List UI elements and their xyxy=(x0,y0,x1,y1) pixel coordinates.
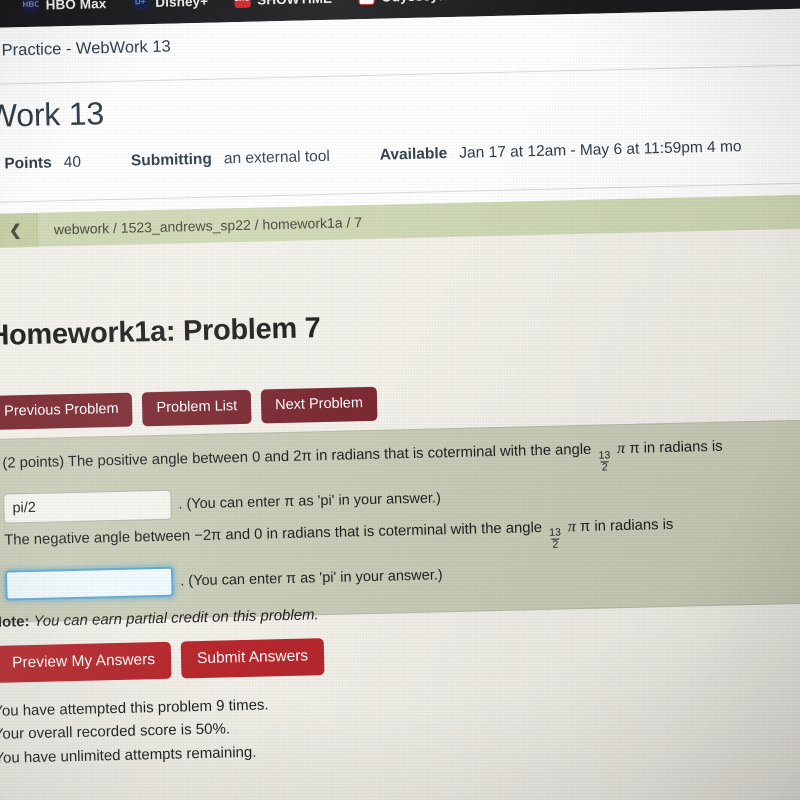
points-label: Points xyxy=(4,154,52,173)
submitting-label: Submitting xyxy=(130,150,213,170)
fraction-denominator: 2 xyxy=(600,461,609,474)
southmoore-high-icon: ♔ xyxy=(495,0,511,2)
bookmark-disney-plus[interactable]: D+ Disney+ xyxy=(132,0,209,11)
canvas-page: Practice - WebWork 13 bWork 13 Points 40… xyxy=(0,7,800,800)
showtime-icon: SHO xyxy=(233,0,251,9)
bookmark-label: Southmoore High... xyxy=(518,0,645,1)
pi-symbol: π xyxy=(616,439,626,458)
question-one-after: π in radians is xyxy=(629,438,723,457)
available-label: Available xyxy=(379,145,448,164)
fraction-numerator: 13 xyxy=(549,526,562,540)
page-title: bWork 13 xyxy=(0,95,105,135)
problem-list-button[interactable]: Problem List xyxy=(142,389,252,426)
fraction-13-over-2: 13 2 xyxy=(597,449,611,474)
disney-plus-icon: D+ xyxy=(132,0,149,11)
bookmark-label: Odysseyware xyxy=(381,0,470,4)
points-prefix: (2 points) xyxy=(2,454,65,472)
webwork-breadcrumb[interactable]: webwork / 1523_andrews_sp22 / homework1a… xyxy=(38,214,362,238)
bookmark-odysseyware[interactable]: ◉ Odysseyware xyxy=(357,0,470,6)
question-two-after: π in radians is xyxy=(579,516,674,535)
chevron-left-icon[interactable]: ❮ xyxy=(0,212,39,248)
previous-problem-button[interactable]: Previous Problem xyxy=(0,392,134,430)
bookmark-hbo-max[interactable]: HBO HBO Max xyxy=(22,0,107,14)
answer-one-input[interactable] xyxy=(3,489,172,524)
odysseyware-icon: ◉ xyxy=(357,0,375,6)
assignment-meta: Points 40 Submitting an external tool Av… xyxy=(4,138,742,173)
available-value: Jan 17 at 12am - May 6 at 11:59pm 4 mo xyxy=(459,138,742,162)
divider xyxy=(0,63,800,86)
answer-one-hint: . (You can enter π as 'pi' in your answe… xyxy=(178,490,441,513)
bookmark-southmoore-high[interactable]: ♔ Southmoore High... xyxy=(495,0,645,2)
note-label: Note: xyxy=(0,613,30,631)
question-two-before: The negative angle between −2π and 0 in … xyxy=(4,519,543,549)
points-value: 40 xyxy=(63,153,82,172)
submit-answers-button[interactable]: Submit Answers xyxy=(180,638,325,678)
hbo-max-icon: HBO xyxy=(22,0,39,14)
attempt-status: You have attempted this problem 9 times.… xyxy=(0,693,270,769)
breadcrumb[interactable]: Practice - WebWork 13 xyxy=(1,38,170,61)
answer-two-input[interactable] xyxy=(4,566,174,601)
fraction-13-over-2: 13 2 xyxy=(548,526,562,552)
pi-symbol: π xyxy=(567,517,577,536)
bookmark-label: Disney+ xyxy=(155,0,209,10)
problem-nav-buttons: Previous Problem Problem List Next Probl… xyxy=(0,386,378,430)
preview-my-answers-button[interactable]: Preview My Answers xyxy=(0,641,172,683)
fraction-denominator: 2 xyxy=(551,539,560,552)
photo-of-screen: HBO HBO Max D+ Disney+ SHO SHOWTIME ◉ Od… xyxy=(0,0,800,800)
webwork-external-tool-frame: ❮ webwork / 1523_andrews_sp22 / homework… xyxy=(0,193,800,800)
bookmark-label: SHOWTIME xyxy=(257,0,332,7)
answer-two-hint: . (You can enter π as 'pi' in your answe… xyxy=(180,566,443,589)
problem-panel: (2 points) The positive angle between 0 … xyxy=(0,418,800,623)
bookmark-showtime[interactable]: SHO SHOWTIME xyxy=(233,0,332,9)
submitting-value: an external tool xyxy=(223,147,331,168)
problem-heading: Homework1a: Problem 7 xyxy=(0,312,321,352)
fraction-numerator: 13 xyxy=(598,449,611,462)
question-one-before: The positive angle between 0 and 2π in r… xyxy=(67,441,592,471)
next-problem-button[interactable]: Next Problem xyxy=(260,386,378,424)
webwork-navbar: ❮ webwork / 1523_andrews_sp22 / homework… xyxy=(0,193,800,248)
bookmark-label: HBO Max xyxy=(45,0,107,12)
submit-buttons: Preview My Answers Submit Answers xyxy=(0,638,325,683)
